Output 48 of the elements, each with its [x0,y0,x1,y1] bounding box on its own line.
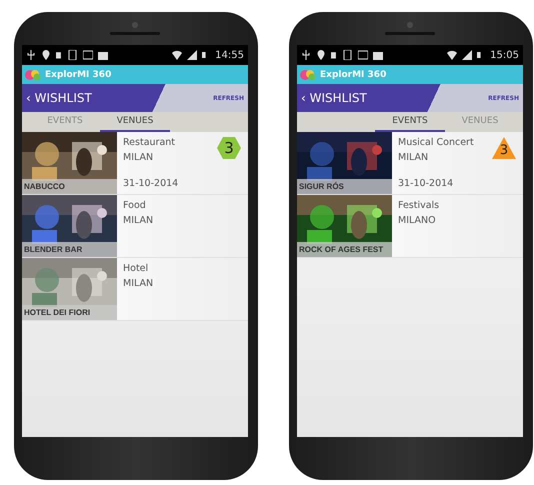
battery-icon [331,50,338,60]
back-button[interactable]: ‹ WISHLIST [22,91,96,105]
wifi-icon [172,50,182,60]
status-time: 15:05 [490,50,519,60]
item-caption: NABUCCO [22,179,117,194]
app-title: ExplorMI 360 [45,70,112,80]
phone-icon [343,50,353,60]
app-logo-icon [300,68,316,80]
location-pin-icon [41,50,51,60]
signal-icon [187,50,198,60]
item-caption: BLENDER BAR [22,242,117,257]
image-icon [83,50,93,60]
battery-icon [56,50,63,60]
item-date: 31-10-2014 [398,177,454,191]
back-button[interactable]: ‹ WISHLIST [297,91,371,105]
item-city: MILAN [398,151,428,165]
battery-icon [477,50,484,60]
item-caption: SIGUR RÓS [297,179,392,194]
list-item[interactable]: BLENDER BAR Food MILAN [22,195,248,258]
image-icon [358,50,368,60]
usb-icon [26,50,36,60]
count-badge: 3 [216,136,242,160]
list-item[interactable]: NABUCCO Restaurant MILAN 31-10-2014 3 [22,132,248,195]
count-badge: 3 [491,136,517,160]
item-city: MILAN [123,277,154,291]
list-item[interactable]: ROCK OF AGES FEST Festivals MILANO [297,195,523,258]
item-date: 31-10-2014 [123,177,178,191]
item-category: Festivals [398,199,440,213]
usb-icon [301,50,311,60]
item-caption: ROCK OF AGES FEST [297,242,392,257]
app-logo-icon [25,68,41,80]
item-city: MILAN [123,151,154,165]
item-city: MILANO [398,214,436,228]
status-time: 14:55 [215,50,244,60]
item-category: Restaurant [123,136,176,150]
list-item[interactable]: SIGUR RÓS Musical Concert MILAN 31-10-2014 3 [297,132,523,195]
battery-icon [202,50,208,60]
phone-icon [68,50,78,60]
location-pin-icon [316,50,326,60]
item-category: Musical Concert [398,136,474,150]
item-category: Food [123,199,146,213]
item-category: Hotel [123,262,148,276]
item-caption: HOTEL DEI FIORI [22,305,117,320]
list-item[interactable]: HOTEL DEI FIORI Hotel MILAN [22,258,248,321]
wifi-icon [447,50,458,60]
signal-icon [462,50,472,60]
item-city: MILAN [123,214,154,228]
app-title: ExplorMI 360 [320,70,386,80]
